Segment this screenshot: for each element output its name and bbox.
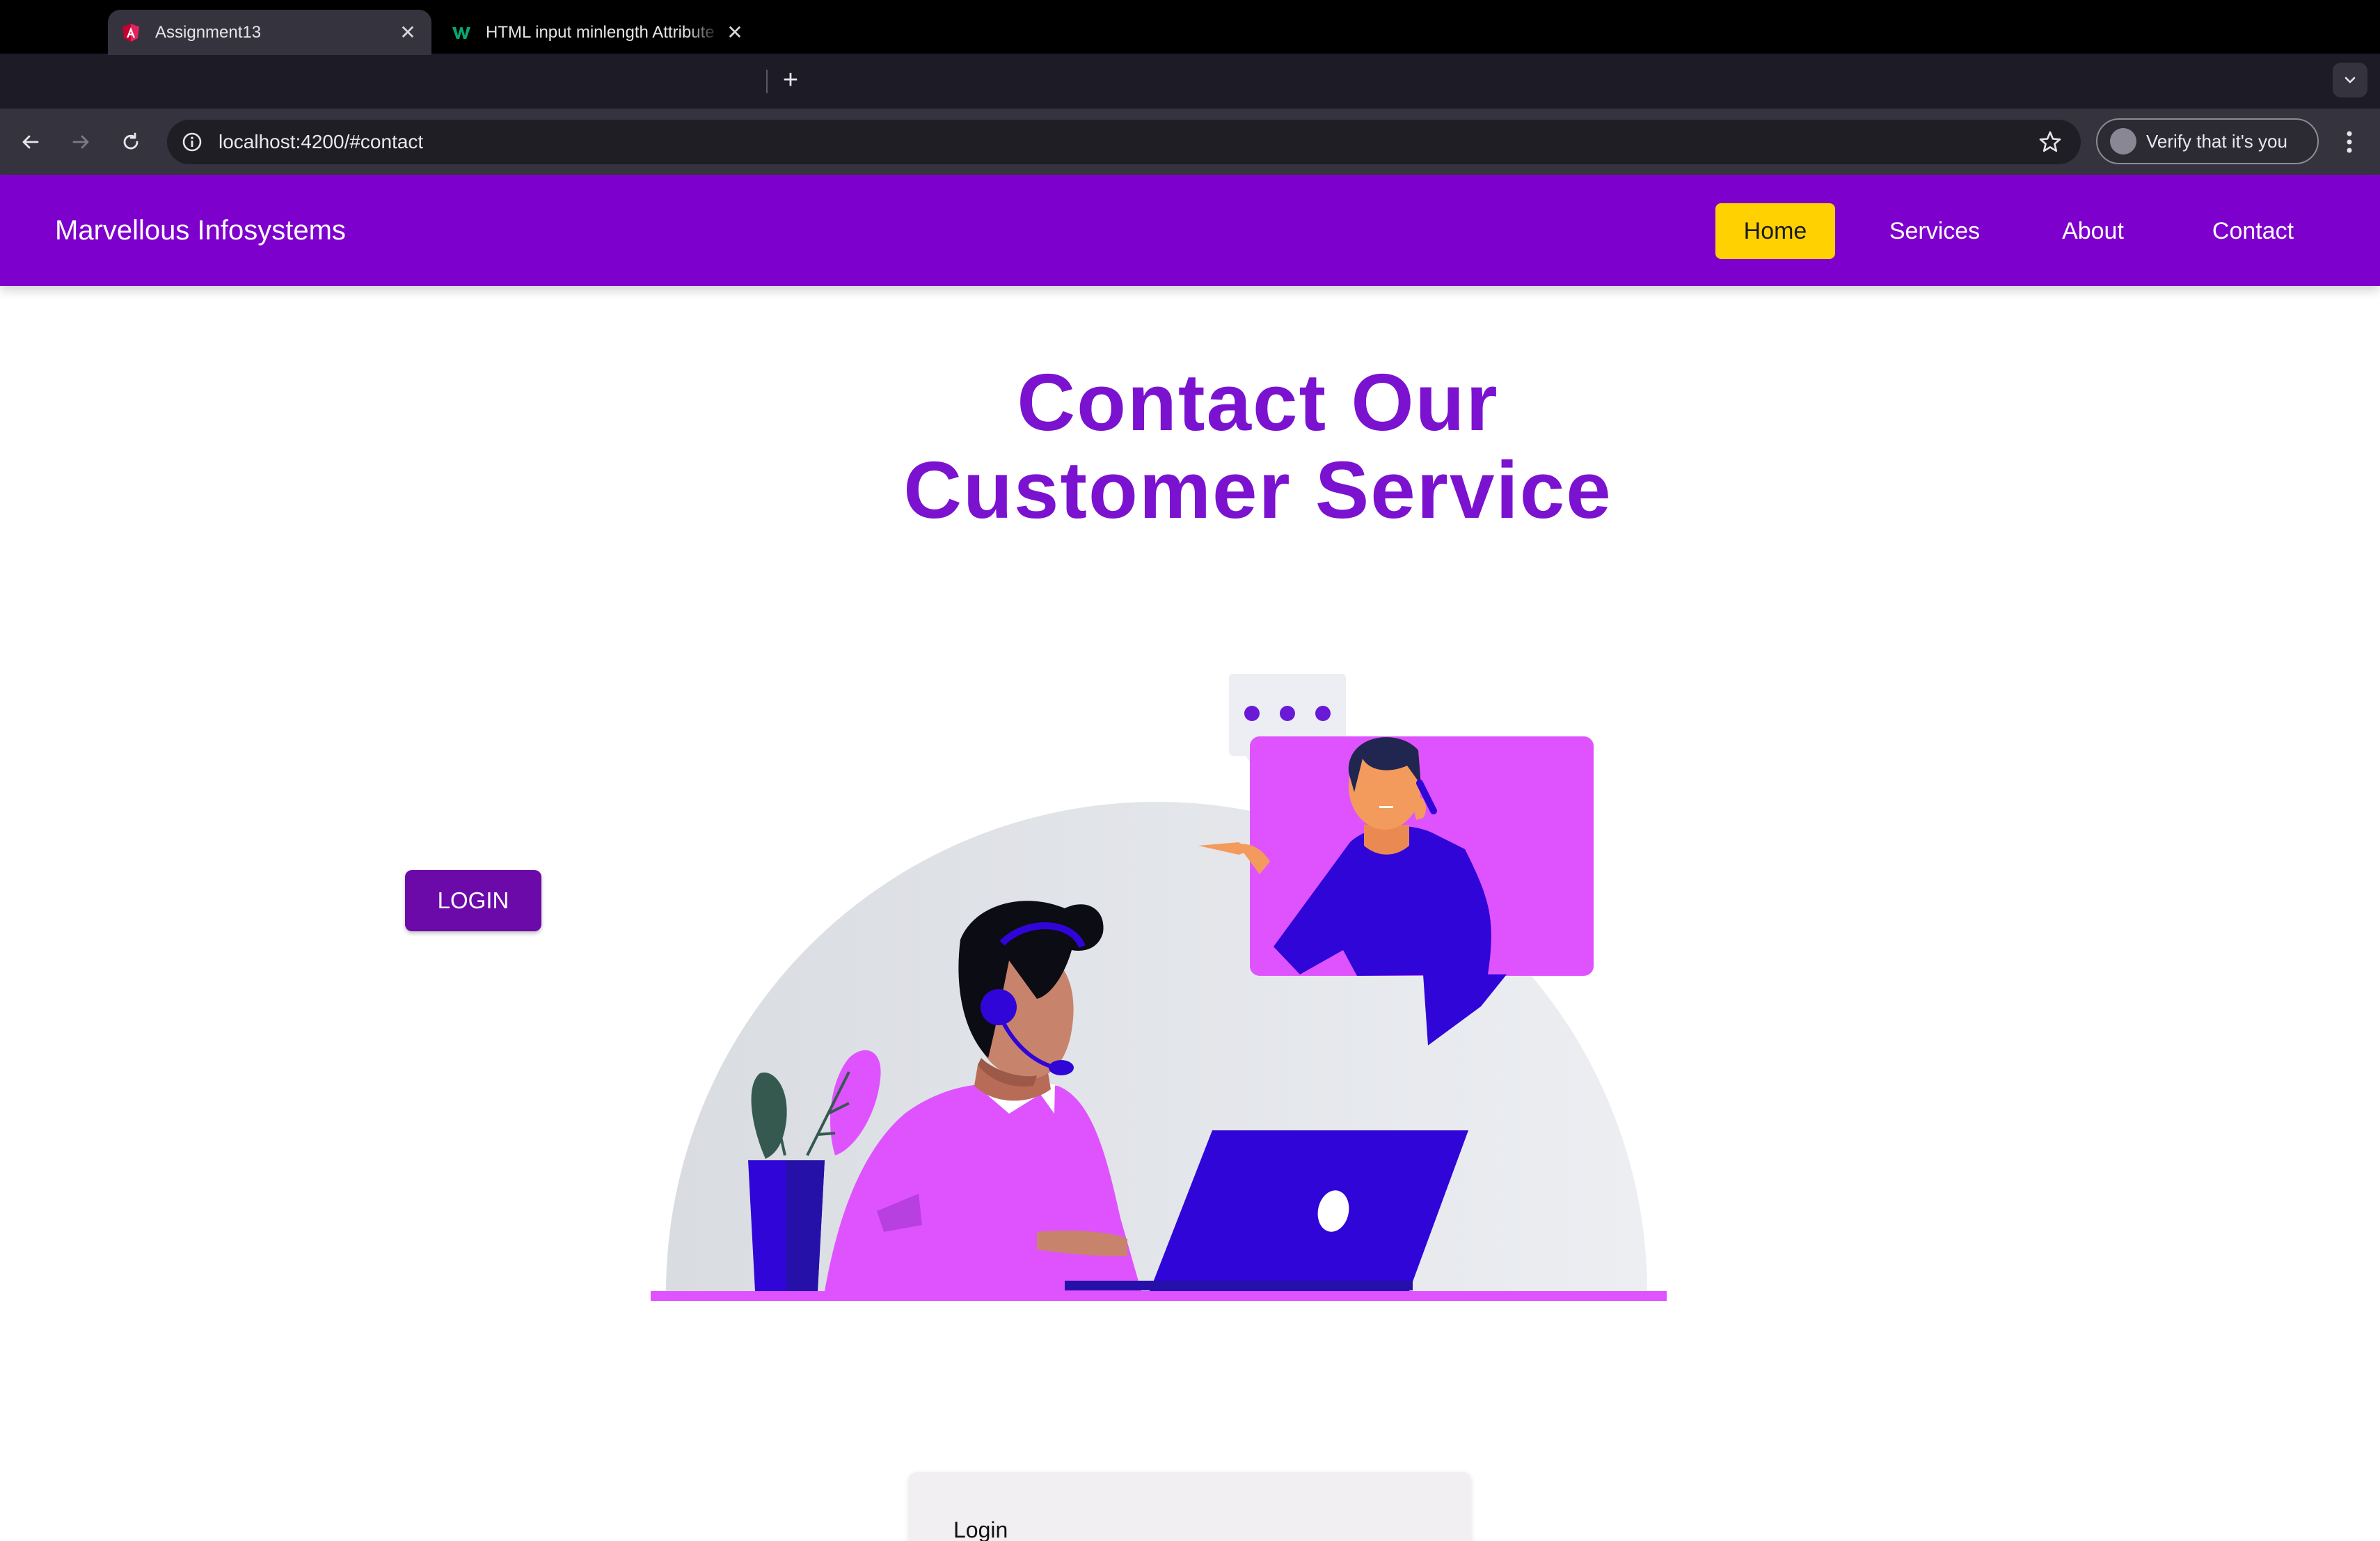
back-button[interactable] [14,125,47,159]
close-tab-icon[interactable]: ✕ [394,19,422,47]
app-navbar [0,175,2380,286]
arrow-right-icon [72,135,89,149]
nav-services-link[interactable]: Services [1875,203,1994,259]
new-tab-icon[interactable]: + [776,65,805,95]
tab-separator [766,70,768,93]
more-vertical-icon [2347,131,2352,153]
page-title: Contact Our Customer Service [765,358,1750,534]
login-button[interactable]: LOGIN [405,870,541,931]
angular-icon [122,23,139,42]
tab-w3schools[interactable]: HTML input minlength Attribute ✕ [438,10,759,55]
page-title-line-2: Customer Service [903,445,1612,535]
page-title-line-1: Contact Our [1017,357,1499,448]
tab-title: Assignment13 [155,22,262,42]
forward-button[interactable] [64,125,97,159]
w3schools-icon [452,26,470,39]
tab-assignment13[interactable]: Assignment13 ✕ [108,10,431,55]
chevron-down-icon [2345,77,2356,84]
brand-title[interactable]: Marvellous Infosystems [55,211,346,250]
profile-label: Verify that it's you [2146,130,2287,152]
reload-icon [123,132,138,150]
avatar [2110,128,2136,155]
nav-contact-link[interactable]: Contact [2192,203,2314,259]
tab-search-button[interactable] [2333,63,2367,97]
site-info-icon[interactable] [180,129,205,155]
login-card-title: Login [953,1517,1008,1541]
url-text[interactable]: localhost:4200/#contact [219,129,423,155]
reload-button[interactable] [114,125,148,159]
nav-home-link[interactable]: Home [1715,203,1835,259]
profile-verify-button[interactable]: Verify that it's you [2096,118,2319,164]
tab-title: HTML input minlength Attribute [486,22,715,42]
tab-strip [0,54,2380,109]
customer-service-illustration [651,674,1667,1301]
close-tab-icon[interactable]: ✕ [721,19,749,47]
bookmark-star-icon[interactable] [2035,127,2065,157]
browser-menu-button[interactable] [2334,127,2365,157]
arrow-left-icon [22,135,39,149]
nav-about-link[interactable]: About [2042,203,2143,259]
address-bar[interactable] [167,120,2081,164]
